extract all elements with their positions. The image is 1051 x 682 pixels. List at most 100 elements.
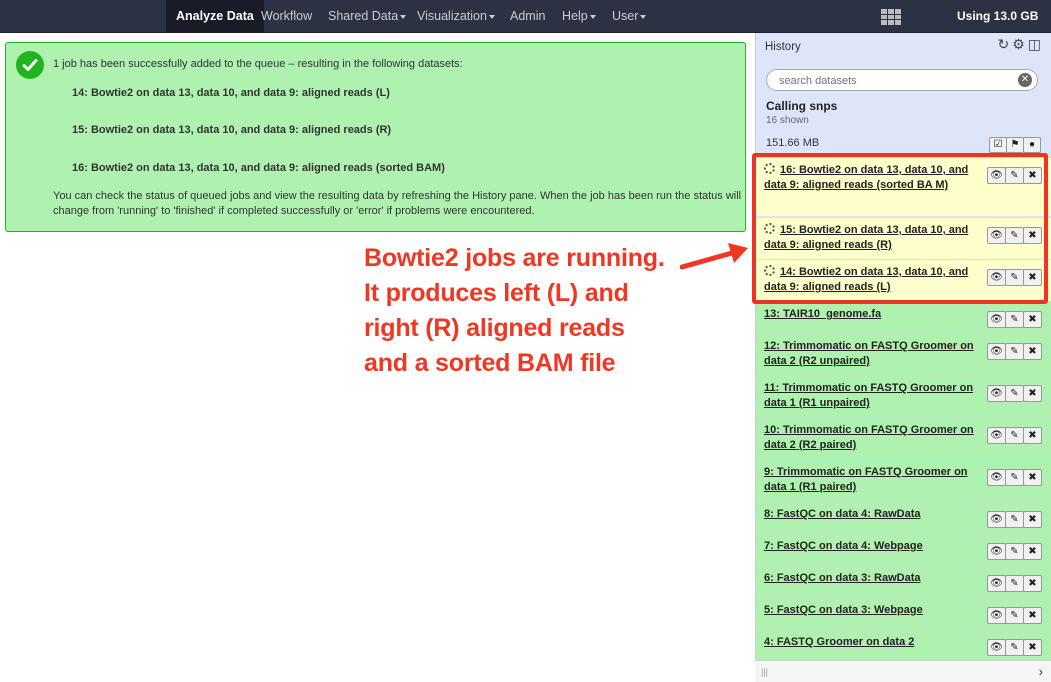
caret-down-icon bbox=[400, 14, 407, 19]
dataset-title[interactable]: 12: Trimmomatic on FASTQ Groomer on data… bbox=[764, 339, 974, 369]
delete-icon[interactable]: ✖ bbox=[1023, 311, 1042, 328]
dataset-item[interactable]: 12: Trimmomatic on FASTQ Groomer on data… bbox=[756, 333, 1051, 375]
clear-search-icon[interactable]: ✕ bbox=[1018, 73, 1032, 87]
delete-icon[interactable]: ✖ bbox=[1023, 167, 1042, 184]
dataset-item[interactable]: 6: FastQC on data 3: RawData 👁 ✎ ✖ bbox=[756, 565, 1051, 597]
nav-shared-data[interactable]: Shared Data bbox=[328, 0, 407, 33]
eye-icon[interactable]: 👁 bbox=[987, 227, 1006, 244]
dataset-item[interactable]: 8: FastQC on data 4: RawData 👁 ✎ ✖ bbox=[756, 501, 1051, 533]
pencil-icon[interactable]: ✎ bbox=[1005, 575, 1024, 592]
tags-icon[interactable]: ⚑ bbox=[1006, 137, 1024, 153]
annotation-icon[interactable]: ● bbox=[1023, 137, 1041, 153]
pencil-icon[interactable]: ✎ bbox=[1005, 343, 1024, 360]
delete-icon[interactable]: ✖ bbox=[1023, 607, 1042, 624]
eye-icon[interactable]: 👁 bbox=[987, 607, 1006, 624]
pencil-icon[interactable]: ✎ bbox=[1005, 311, 1024, 328]
nav-help[interactable]: Help bbox=[562, 0, 596, 33]
pencil-icon[interactable]: ✎ bbox=[1005, 639, 1024, 656]
delete-icon[interactable]: ✖ bbox=[1023, 385, 1042, 402]
dataset-item[interactable]: 5: FastQC on data 3: Webpage 👁 ✎ ✖ bbox=[756, 597, 1051, 629]
pencil-icon[interactable]: ✎ bbox=[1005, 427, 1024, 444]
eye-icon[interactable]: 👁 bbox=[987, 511, 1006, 528]
caret-down-icon bbox=[640, 14, 647, 19]
queued-dataset: 15: Bowtie2 on data 13, data 10, and dat… bbox=[72, 124, 392, 136]
nav-admin[interactable]: Admin bbox=[510, 0, 545, 33]
history-size: 151.66 MB bbox=[766, 137, 820, 149]
dataset-title-text: 11: Trimmomatic on FASTQ Groomer on data… bbox=[764, 382, 974, 409]
annotation-line: right (R) aligned reads bbox=[364, 314, 625, 342]
pencil-icon[interactable]: ✎ bbox=[1005, 543, 1024, 560]
dataset-actions: 👁 ✎ ✖ bbox=[987, 639, 1042, 657]
delete-icon[interactable]: ✖ bbox=[1023, 427, 1042, 444]
dataset-title[interactable]: 8: FastQC on data 4: RawData bbox=[764, 507, 974, 522]
horizontal-scrollbar[interactable]: ||| › bbox=[755, 660, 1051, 682]
delete-icon[interactable]: ✖ bbox=[1023, 511, 1042, 528]
delete-icon[interactable]: ✖ bbox=[1023, 227, 1042, 244]
delete-icon[interactable]: ✖ bbox=[1023, 269, 1042, 286]
eye-icon[interactable]: 👁 bbox=[987, 575, 1006, 592]
delete-icon[interactable]: ✖ bbox=[1023, 639, 1042, 656]
search-box: ✕ bbox=[766, 69, 1038, 91]
quota-meter[interactable]: Using 13.0 GB bbox=[957, 0, 1038, 33]
history-name[interactable]: Calling snps bbox=[766, 99, 837, 113]
eye-icon[interactable]: 👁 bbox=[987, 385, 1006, 402]
columns-icon[interactable]: ◫ bbox=[1028, 36, 1041, 53]
dataset-item[interactable]: 14: Bowtie2 on data 13, data 10, and dat… bbox=[756, 259, 1051, 301]
pencil-icon[interactable]: ✎ bbox=[1005, 167, 1024, 184]
pencil-icon[interactable]: ✎ bbox=[1005, 385, 1024, 402]
dataset-item[interactable]: 7: FastQC on data 4: Webpage 👁 ✎ ✖ bbox=[756, 533, 1051, 565]
select-all-icon[interactable]: ☑ bbox=[989, 137, 1007, 153]
nav-label: Visualization bbox=[417, 9, 487, 23]
nav-analyze-data[interactable]: Analyze Data bbox=[166, 0, 264, 33]
eye-icon[interactable]: 👁 bbox=[987, 343, 1006, 360]
pencil-icon[interactable]: ✎ bbox=[1005, 607, 1024, 624]
dataset-title[interactable]: 4: FASTQ Groomer on data 2 bbox=[764, 635, 974, 650]
dataset-title[interactable]: 14: Bowtie2 on data 13, data 10, and dat… bbox=[764, 265, 974, 295]
dataset-title-text: 7: FastQC on data 4: Webpage bbox=[764, 540, 923, 552]
history-tools: ↻ ⚙ ◫ bbox=[994, 36, 1041, 53]
dataset-title[interactable]: 6: FastQC on data 3: RawData bbox=[764, 571, 974, 586]
annotation-line: Bowtie2 jobs are running. bbox=[364, 244, 665, 272]
delete-icon[interactable]: ✖ bbox=[1023, 469, 1042, 486]
eye-icon[interactable]: 👁 bbox=[987, 469, 1006, 486]
dataset-title[interactable]: 5: FastQC on data 3: Webpage bbox=[764, 603, 974, 618]
nav-user[interactable]: User bbox=[612, 0, 647, 33]
message-note: You can check the status of queued jobs … bbox=[53, 190, 742, 217]
nav-visualization[interactable]: Visualization bbox=[417, 0, 495, 33]
dataset-title[interactable]: 9: Trimmomatic on FASTQ Groomer on data … bbox=[764, 465, 974, 495]
eye-icon[interactable]: 👁 bbox=[987, 311, 1006, 328]
gear-icon[interactable]: ⚙ bbox=[1012, 36, 1025, 53]
eye-icon[interactable]: 👁 bbox=[987, 543, 1006, 560]
dataset-actions: 👁 ✎ ✖ bbox=[987, 607, 1042, 625]
dataset-item[interactable]: 9: Trimmomatic on FASTQ Groomer on data … bbox=[756, 459, 1051, 501]
dataset-item[interactable]: 16: Bowtie2 on data 13, data 10, and dat… bbox=[756, 157, 1051, 216]
dataset-title[interactable]: 15: Bowtie2 on data 13, data 10, and dat… bbox=[764, 223, 974, 253]
pencil-icon[interactable]: ✎ bbox=[1005, 269, 1024, 286]
dataset-title[interactable]: 13: TAIR10_genome.fa bbox=[764, 307, 974, 322]
resize-handle-icon[interactable]: ||| bbox=[761, 667, 768, 677]
dataset-item[interactable]: 4: FASTQ Groomer on data 2 👁 ✎ ✖ bbox=[756, 629, 1051, 660]
dataset-title[interactable]: 16: Bowtie2 on data 13, data 10, and dat… bbox=[764, 163, 974, 193]
grid-icon[interactable] bbox=[881, 9, 901, 25]
dataset-item[interactable]: 11: Trimmomatic on FASTQ Groomer on data… bbox=[756, 375, 1051, 417]
pencil-icon[interactable]: ✎ bbox=[1005, 469, 1024, 486]
chevron-right-icon[interactable]: › bbox=[1039, 664, 1043, 679]
eye-icon[interactable]: 👁 bbox=[987, 427, 1006, 444]
dataset-title[interactable]: 10: Trimmomatic on FASTQ Groomer on data… bbox=[764, 423, 974, 453]
eye-icon[interactable]: 👁 bbox=[987, 639, 1006, 656]
pencil-icon[interactable]: ✎ bbox=[1005, 511, 1024, 528]
search-input[interactable] bbox=[779, 73, 1014, 88]
dataset-title[interactable]: 11: Trimmomatic on FASTQ Groomer on data… bbox=[764, 381, 974, 411]
pencil-icon[interactable]: ✎ bbox=[1005, 227, 1024, 244]
dataset-item[interactable]: 13: TAIR10_genome.fa 👁 ✎ ✖ bbox=[756, 301, 1051, 333]
nav-workflow[interactable]: Workflow bbox=[261, 0, 312, 33]
dataset-item[interactable]: 10: Trimmomatic on FASTQ Groomer on data… bbox=[756, 417, 1051, 459]
eye-icon[interactable]: 👁 bbox=[987, 269, 1006, 286]
delete-icon[interactable]: ✖ bbox=[1023, 543, 1042, 560]
dataset-title[interactable]: 7: FastQC on data 4: Webpage bbox=[764, 539, 974, 554]
dataset-item[interactable]: 15: Bowtie2 on data 13, data 10, and dat… bbox=[756, 217, 1051, 259]
delete-icon[interactable]: ✖ bbox=[1023, 343, 1042, 360]
delete-icon[interactable]: ✖ bbox=[1023, 575, 1042, 592]
eye-icon[interactable]: 👁 bbox=[987, 167, 1006, 184]
refresh-icon[interactable]: ↻ bbox=[997, 36, 1009, 53]
